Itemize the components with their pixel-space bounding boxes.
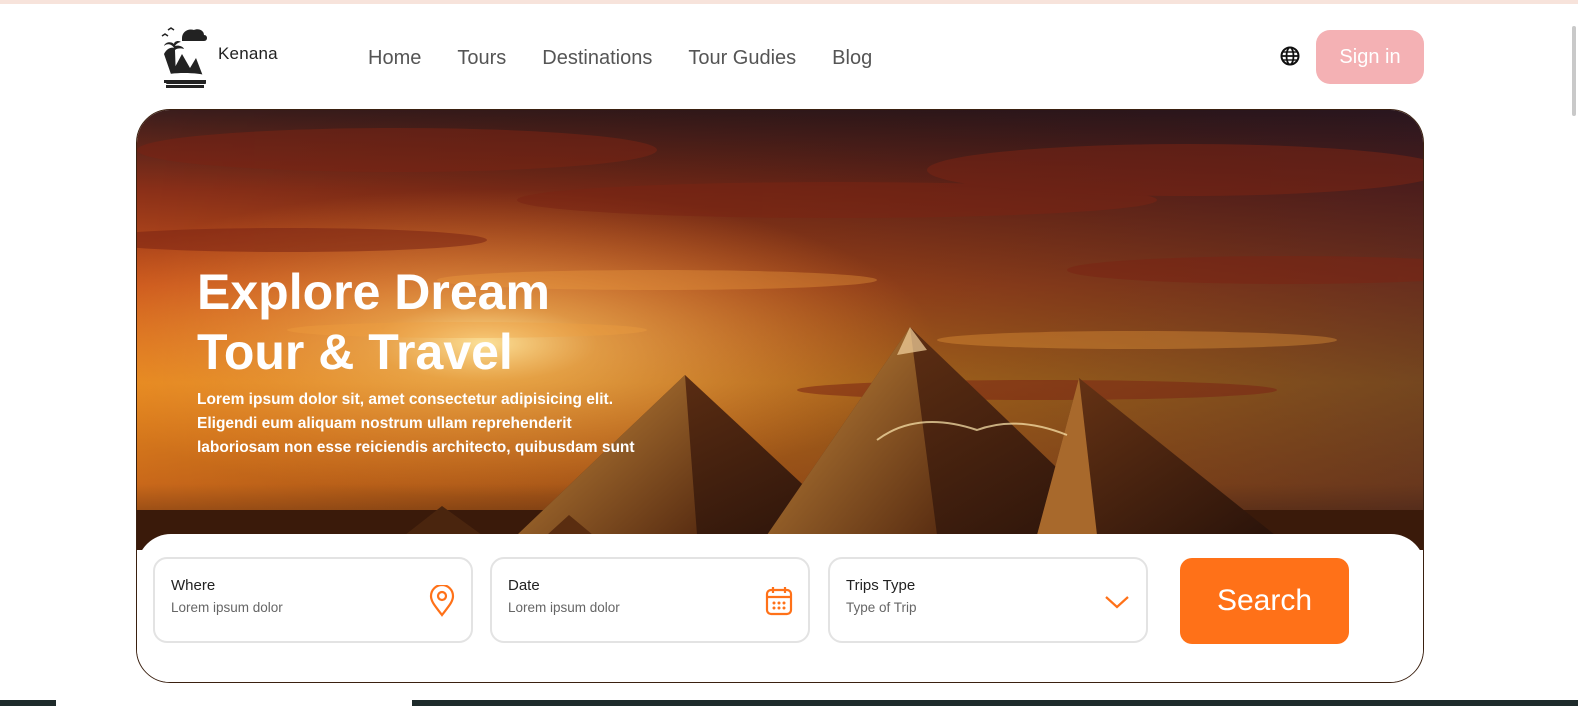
location-pin-icon[interactable] <box>427 585 457 617</box>
where-label: Where <box>171 577 216 594</box>
pyramid-palm-logo-icon <box>161 27 208 88</box>
main-nav: Home Tours Destinations Tour Gudies Blog <box>368 47 872 70</box>
nav-tour-guides[interactable]: Tour Gudies <box>688 47 796 70</box>
bottom-edge-strip <box>0 700 1578 706</box>
chevron-down-icon[interactable] <box>1102 585 1132 617</box>
top-accent-strip <box>0 0 1578 4</box>
date-input[interactable] <box>508 597 748 617</box>
where-field[interactable]: Where <box>153 557 473 643</box>
globe-icon[interactable] <box>1280 46 1300 66</box>
calendar-icon[interactable] <box>764 585 794 617</box>
search-button[interactable]: Search <box>1180 558 1349 644</box>
hero-banner: Explore Dream Tour & Travel Lorem ipsum … <box>136 109 1424 683</box>
nav-destinations[interactable]: Destinations <box>542 47 652 70</box>
hero-title: Explore Dream Tour & Travel <box>197 264 550 380</box>
scrollbar-thumb[interactable] <box>1572 26 1576 116</box>
trip-type-field[interactable]: Trips Type <box>828 557 1148 643</box>
page-scrollbar[interactable] <box>1568 4 1578 700</box>
sign-in-button[interactable]: Sign in <box>1316 30 1424 84</box>
brand-name: Kenana <box>218 44 278 63</box>
trip-type-input[interactable] <box>846 597 1086 617</box>
date-field[interactable]: Date <box>490 557 810 643</box>
nav-blog[interactable]: Blog <box>832 47 872 70</box>
nav-home[interactable]: Home <box>368 47 421 70</box>
bottom-strip-segment <box>56 700 412 706</box>
brand-logo[interactable]: Kenana <box>160 24 278 88</box>
date-label: Date <box>508 577 540 594</box>
where-input[interactable] <box>171 597 411 617</box>
search-panel: Where Date Trips Type <box>137 534 1423 682</box>
nav-tours[interactable]: Tours <box>457 47 506 70</box>
hero-description: Lorem ipsum dolor sit, amet consectetur … <box>197 391 635 456</box>
trip-type-label: Trips Type <box>846 577 916 594</box>
